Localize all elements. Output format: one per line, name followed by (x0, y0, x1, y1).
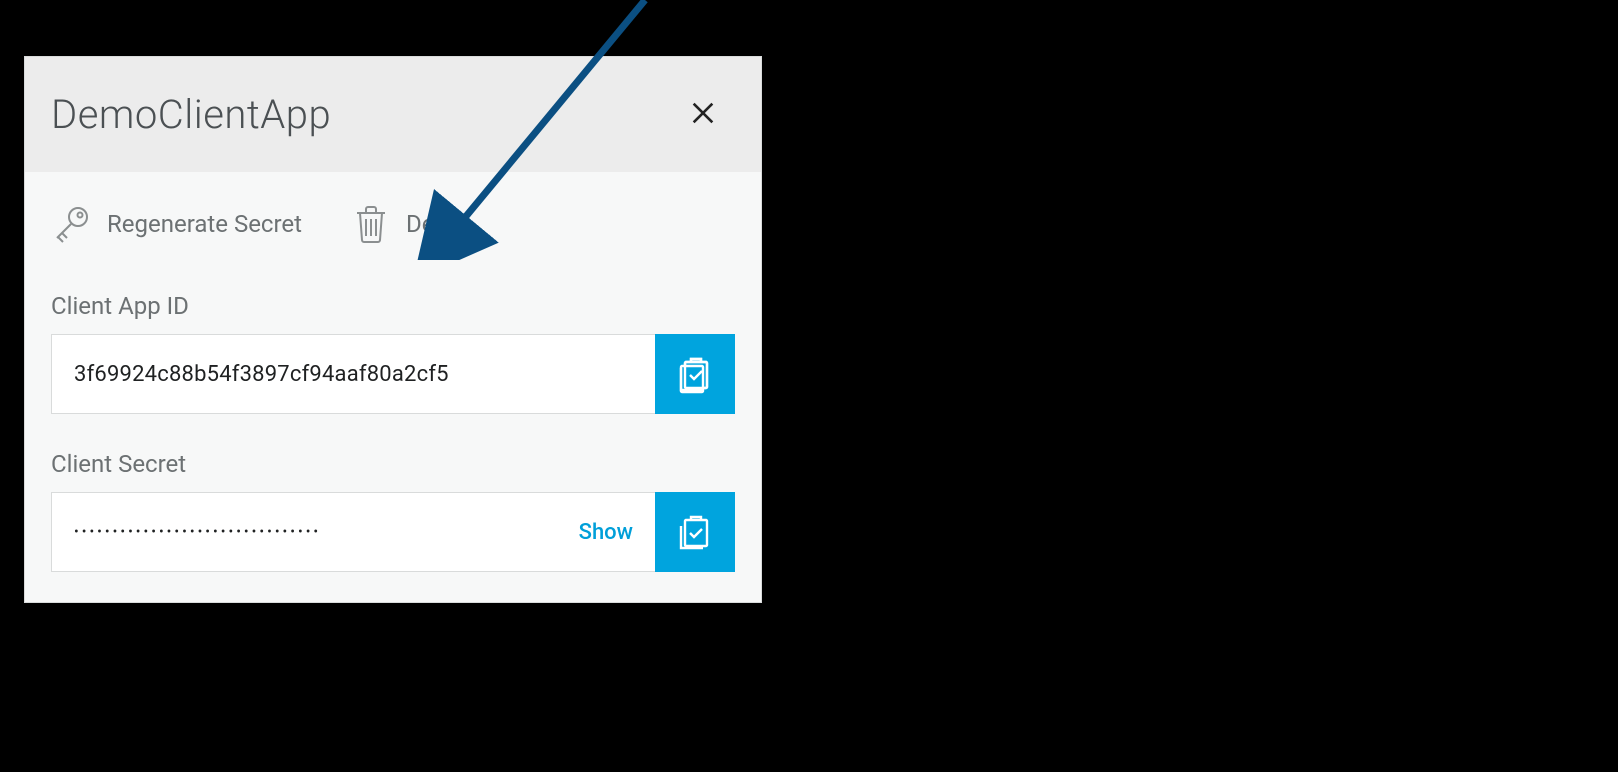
delete-button[interactable]: Delete (352, 204, 474, 244)
panel-header: DemoClientApp (25, 57, 761, 172)
client-app-id-field: Client App ID 3f69924c88b54f3897cf94aaf8… (51, 292, 735, 414)
close-icon (689, 99, 717, 131)
client-app-panel: DemoClientApp (24, 56, 762, 603)
close-button[interactable] (683, 95, 723, 135)
regenerate-secret-button[interactable]: Regenerate Secret (51, 204, 302, 244)
show-secret-button[interactable]: Show (579, 520, 633, 545)
client-secret-field: Client Secret ••••••••••••••••••••••••••… (51, 450, 735, 572)
client-secret-input[interactable]: •••••••••••••••••••••••••••••••• Show (51, 492, 655, 572)
client-app-id-value: 3f69924c88b54f3897cf94aaf80a2cf5 (74, 362, 449, 387)
client-app-id-input[interactable]: 3f69924c88b54f3897cf94aaf80a2cf5 (51, 334, 655, 414)
client-secret-value: •••••••••••••••••••••••••••••••• (74, 524, 321, 540)
copy-client-app-id-button[interactable] (655, 334, 735, 414)
panel-title: DemoClientApp (51, 91, 331, 138)
client-secret-label: Client Secret (51, 450, 735, 478)
clipboard-check-icon (675, 512, 715, 552)
trash-icon (352, 204, 390, 244)
actions-row: Regenerate Secret Delete (51, 198, 735, 244)
copy-client-secret-button[interactable] (655, 492, 735, 572)
regenerate-secret-label: Regenerate Secret (107, 210, 302, 238)
key-icon (51, 204, 91, 244)
client-app-id-label: Client App ID (51, 292, 735, 320)
clipboard-check-icon (675, 354, 715, 394)
delete-label: Delete (406, 210, 474, 238)
panel-body: Regenerate Secret Delete Client App (25, 172, 761, 602)
